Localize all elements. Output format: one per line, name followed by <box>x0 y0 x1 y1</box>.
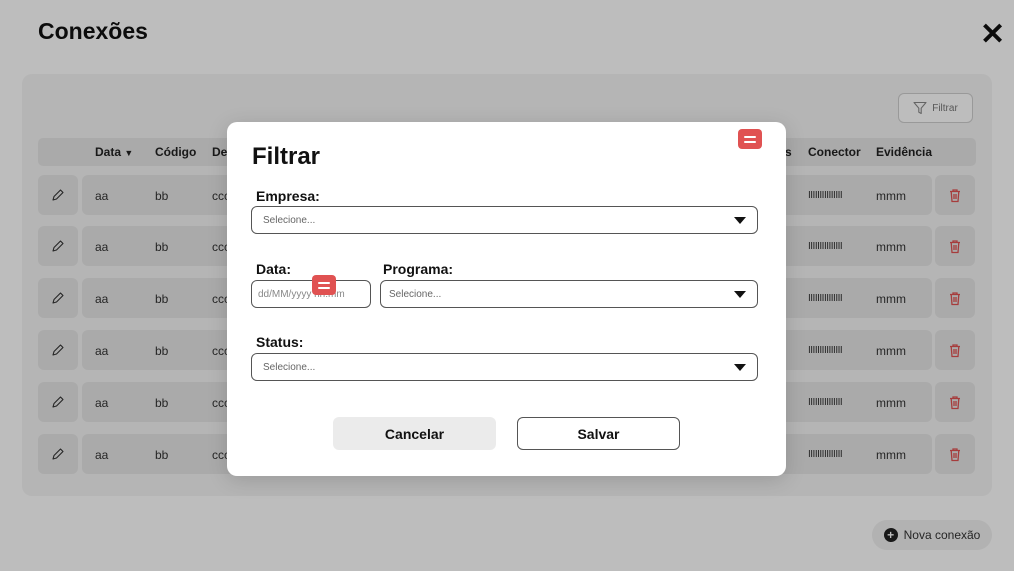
comment-icon[interactable] <box>312 275 336 295</box>
programa-select-value: Selecione... <box>389 288 442 300</box>
modal-title: Filtrar <box>252 143 321 170</box>
filter-modal: Filtrar Empresa: Selecione... Data: dd/M… <box>227 122 786 476</box>
caret-down-icon <box>734 364 746 371</box>
data-label: Data: <box>256 261 292 277</box>
status-select[interactable]: Selecione... <box>251 353 758 381</box>
programa-label: Programa: <box>383 261 454 277</box>
cancel-button[interactable]: Cancelar <box>333 417 496 450</box>
empresa-select-value: Selecione... <box>263 214 316 226</box>
caret-down-icon <box>734 217 746 224</box>
programa-select[interactable]: Selecione... <box>380 280 758 308</box>
caret-down-icon <box>734 291 746 298</box>
data-input[interactable]: dd/MM/yyyy hh:mm <box>251 280 371 308</box>
empresa-select[interactable]: Selecione... <box>251 206 758 234</box>
status-label: Status: <box>256 334 304 350</box>
empresa-label: Empresa: <box>256 188 320 204</box>
comment-icon[interactable] <box>738 129 762 149</box>
status-select-value: Selecione... <box>263 361 316 373</box>
save-button[interactable]: Salvar <box>517 417 680 450</box>
